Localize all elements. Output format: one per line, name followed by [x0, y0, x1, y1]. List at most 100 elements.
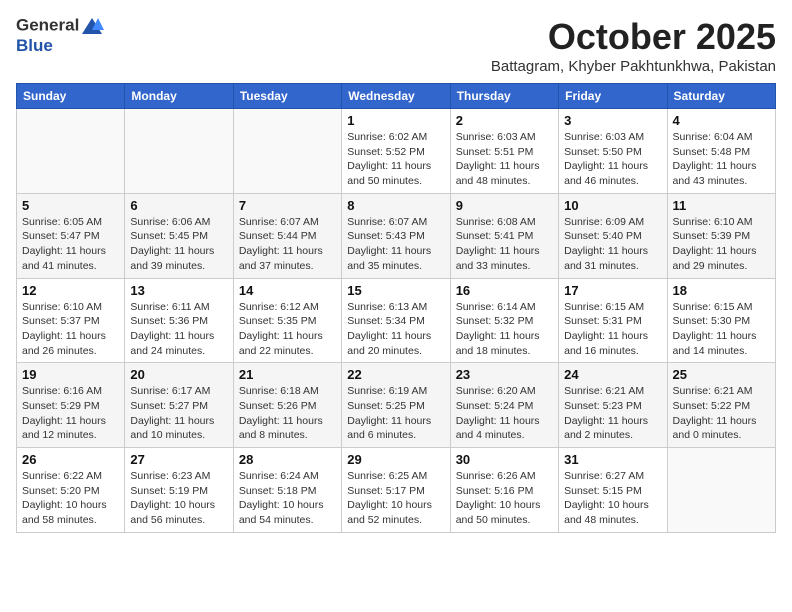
day-info: Sunrise: 6:24 AM Sunset: 5:18 PM Dayligh…	[239, 469, 336, 528]
calendar-cell: 8 Sunrise: 6:07 AM Sunset: 5:43 PM Daylig…	[342, 193, 450, 278]
day-info: Sunrise: 6:10 AM Sunset: 5:39 PM Dayligh…	[673, 215, 770, 274]
day-number: 13	[130, 283, 227, 298]
calendar-cell	[233, 109, 341, 194]
calendar-cell: 25 Sunrise: 6:21 AM Sunset: 5:22 PM Dayli…	[667, 363, 775, 448]
day-number: 14	[239, 283, 336, 298]
logo-text: General Blue	[16, 16, 104, 56]
day-info: Sunrise: 6:15 AM Sunset: 5:30 PM Dayligh…	[673, 300, 770, 359]
calendar-week-4: 19Sunrise: 6:16 AM Sunset: 5:29 PM Dayli…	[17, 363, 776, 448]
day-number: 1	[347, 113, 444, 128]
day-number: 31	[564, 452, 661, 467]
page-header: General Blue October 2025 Battagram, Khy…	[16, 16, 776, 75]
day-number: 3	[564, 113, 661, 128]
day-number: 27	[130, 452, 227, 467]
calendar-cell: 14 Sunrise: 6:12 AM Sunset: 5:35 PM Dayli…	[233, 278, 341, 363]
day-number: 16	[456, 283, 553, 298]
day-info: Sunrise: 6:18 AM Sunset: 5:26 PM Dayligh…	[239, 384, 336, 443]
calendar-cell: 21Sunrise: 6:18 AM Sunset: 5:26 PM Dayli…	[233, 363, 341, 448]
logo-icon	[80, 16, 104, 36]
calendar-header: SundayMondayTuesdayWednesdayThursdayFrid…	[17, 84, 776, 109]
day-number: 18	[673, 283, 770, 298]
calendar-cell: 2Sunrise: 6:03 AM Sunset: 5:51 PM Daylig…	[450, 109, 558, 194]
calendar-cell: 9 Sunrise: 6:08 AM Sunset: 5:41 PM Daylig…	[450, 193, 558, 278]
day-info: Sunrise: 6:21 AM Sunset: 5:22 PM Dayligh…	[673, 384, 770, 443]
day-info: Sunrise: 6:07 AM Sunset: 5:43 PM Dayligh…	[347, 215, 444, 274]
calendar-cell	[17, 109, 125, 194]
calendar-cell: 1 Sunrise: 6:02 AM Sunset: 5:52 PM Daylig…	[342, 109, 450, 194]
month-title: October 2025	[491, 16, 776, 58]
calendar-table: SundayMondayTuesdayWednesdayThursdayFrid…	[16, 83, 776, 533]
calendar-cell: 18 Sunrise: 6:15 AM Sunset: 5:30 PM Dayli…	[667, 278, 775, 363]
day-number: 5	[22, 198, 119, 213]
day-info: Sunrise: 6:04 AM Sunset: 5:48 PM Dayligh…	[673, 130, 770, 189]
day-info: Sunrise: 6:11 AM Sunset: 5:36 PM Dayligh…	[130, 300, 227, 359]
day-info: Sunrise: 6:26 AM Sunset: 5:16 PM Dayligh…	[456, 469, 553, 528]
day-number: 6	[130, 198, 227, 213]
day-number: 17	[564, 283, 661, 298]
day-number: 22	[347, 367, 444, 382]
calendar-cell: 5 Sunrise: 6:05 AM Sunset: 5:47 PM Daylig…	[17, 193, 125, 278]
day-number: 9	[456, 198, 553, 213]
day-number: 12	[22, 283, 119, 298]
day-info: Sunrise: 6:02 AM Sunset: 5:52 PM Dayligh…	[347, 130, 444, 189]
day-number: 23	[456, 367, 553, 382]
calendar-cell: 23 Sunrise: 6:20 AM Sunset: 5:24 PM Dayli…	[450, 363, 558, 448]
day-number: 4	[673, 113, 770, 128]
calendar-cell: 17 Sunrise: 6:15 AM Sunset: 5:31 PM Dayli…	[559, 278, 667, 363]
day-number: 11	[673, 198, 770, 213]
weekday-header-saturday: Saturday	[667, 84, 775, 109]
calendar-cell: 28 Sunrise: 6:24 AM Sunset: 5:18 PM Dayli…	[233, 448, 341, 533]
day-info: Sunrise: 6:15 AM Sunset: 5:31 PM Dayligh…	[564, 300, 661, 359]
calendar-cell: 15Sunrise: 6:13 AM Sunset: 5:34 PM Dayli…	[342, 278, 450, 363]
calendar-cell: 22 Sunrise: 6:19 AM Sunset: 5:25 PM Dayli…	[342, 363, 450, 448]
day-info: Sunrise: 6:09 AM Sunset: 5:40 PM Dayligh…	[564, 215, 661, 274]
calendar-cell: 13 Sunrise: 6:11 AM Sunset: 5:36 PM Dayli…	[125, 278, 233, 363]
day-info: Sunrise: 6:07 AM Sunset: 5:44 PM Dayligh…	[239, 215, 336, 274]
day-number: 20	[130, 367, 227, 382]
day-info: Sunrise: 6:12 AM Sunset: 5:35 PM Dayligh…	[239, 300, 336, 359]
calendar-cell: 31Sunrise: 6:27 AM Sunset: 5:15 PM Dayli…	[559, 448, 667, 533]
day-number: 8	[347, 198, 444, 213]
calendar-cell: 29 Sunrise: 6:25 AM Sunset: 5:17 PM Dayli…	[342, 448, 450, 533]
day-info: Sunrise: 6:17 AM Sunset: 5:27 PM Dayligh…	[130, 384, 227, 443]
calendar-cell: 27Sunrise: 6:23 AM Sunset: 5:19 PM Dayli…	[125, 448, 233, 533]
calendar-cell: 10 Sunrise: 6:09 AM Sunset: 5:40 PM Dayli…	[559, 193, 667, 278]
day-number: 10	[564, 198, 661, 213]
day-info: Sunrise: 6:22 AM Sunset: 5:20 PM Dayligh…	[22, 469, 119, 528]
calendar-cell: 12 Sunrise: 6:10 AM Sunset: 5:37 PM Dayli…	[17, 278, 125, 363]
weekday-header-tuesday: Tuesday	[233, 84, 341, 109]
weekday-header-sunday: Sunday	[17, 84, 125, 109]
calendar-week-2: 5 Sunrise: 6:05 AM Sunset: 5:47 PM Daylig…	[17, 193, 776, 278]
location-title: Battagram, Khyber Pakhtunkhwa, Pakistan	[491, 58, 776, 75]
day-info: Sunrise: 6:14 AM Sunset: 5:32 PM Dayligh…	[456, 300, 553, 359]
day-info: Sunrise: 6:08 AM Sunset: 5:41 PM Dayligh…	[456, 215, 553, 274]
day-number: 15	[347, 283, 444, 298]
calendar-week-5: 26 Sunrise: 6:22 AM Sunset: 5:20 PM Dayli…	[17, 448, 776, 533]
logo-blue: Blue	[16, 36, 104, 56]
day-info: Sunrise: 6:19 AM Sunset: 5:25 PM Dayligh…	[347, 384, 444, 443]
day-info: Sunrise: 6:05 AM Sunset: 5:47 PM Dayligh…	[22, 215, 119, 274]
day-number: 25	[673, 367, 770, 382]
weekday-header-friday: Friday	[559, 84, 667, 109]
day-number: 28	[239, 452, 336, 467]
weekday-header-wednesday: Wednesday	[342, 84, 450, 109]
day-info: Sunrise: 6:21 AM Sunset: 5:23 PM Dayligh…	[564, 384, 661, 443]
calendar-cell: 4 Sunrise: 6:04 AM Sunset: 5:48 PM Daylig…	[667, 109, 775, 194]
weekday-header-monday: Monday	[125, 84, 233, 109]
calendar-cell: 16 Sunrise: 6:14 AM Sunset: 5:32 PM Dayli…	[450, 278, 558, 363]
calendar-week-3: 12 Sunrise: 6:10 AM Sunset: 5:37 PM Dayli…	[17, 278, 776, 363]
calendar-cell: 11 Sunrise: 6:10 AM Sunset: 5:39 PM Dayli…	[667, 193, 775, 278]
weekday-header-thursday: Thursday	[450, 84, 558, 109]
title-block: October 2025 Battagram, Khyber Pakhtunkh…	[491, 16, 776, 75]
day-info: Sunrise: 6:10 AM Sunset: 5:37 PM Dayligh…	[22, 300, 119, 359]
logo: General Blue	[16, 16, 104, 56]
day-info: Sunrise: 6:20 AM Sunset: 5:24 PM Dayligh…	[456, 384, 553, 443]
day-info: Sunrise: 6:16 AM Sunset: 5:29 PM Dayligh…	[22, 384, 119, 443]
day-info: Sunrise: 6:25 AM Sunset: 5:17 PM Dayligh…	[347, 469, 444, 528]
day-number: 26	[22, 452, 119, 467]
day-number: 29	[347, 452, 444, 467]
day-number: 24	[564, 367, 661, 382]
day-info: Sunrise: 6:03 AM Sunset: 5:51 PM Dayligh…	[456, 130, 553, 189]
calendar-cell: 3Sunrise: 6:03 AM Sunset: 5:50 PM Daylig…	[559, 109, 667, 194]
calendar-cell: 26 Sunrise: 6:22 AM Sunset: 5:20 PM Dayli…	[17, 448, 125, 533]
